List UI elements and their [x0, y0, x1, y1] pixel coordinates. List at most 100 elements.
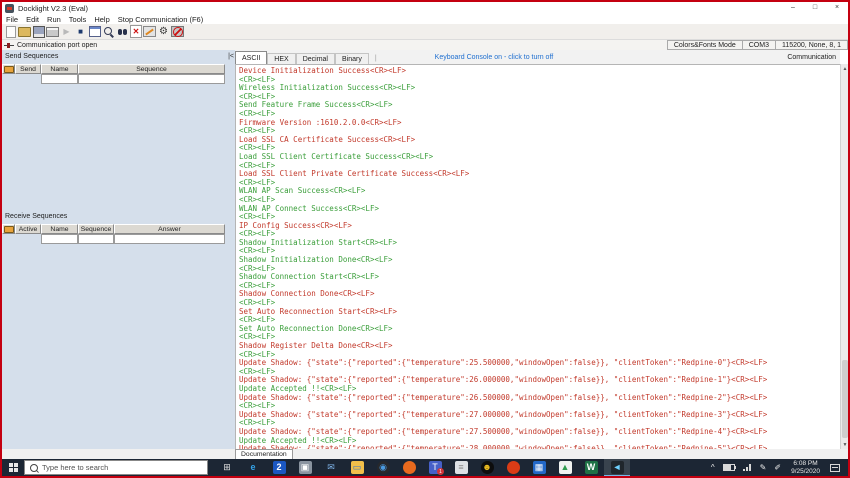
- scroll-down-icon[interactable]: ▼: [841, 440, 849, 449]
- app-icon: [5, 3, 14, 13]
- stop-communication-icon[interactable]: ■: [74, 25, 87, 38]
- scroll-up-icon[interactable]: ▲: [841, 64, 849, 73]
- green-image-app-icon[interactable]: ▲: [552, 459, 578, 476]
- green-w-app-icon[interactable]: W: [578, 459, 604, 476]
- name-col-header: Name: [41, 64, 78, 74]
- tab-binary[interactable]: Binary: [335, 53, 369, 64]
- window-title: Docklight V2.3 (Eval): [18, 3, 89, 13]
- start-communication-icon[interactable]: ▶: [60, 25, 73, 38]
- taskbar-clock[interactable]: 6:08 PM 9/25/2020: [791, 460, 820, 475]
- new-project-icon[interactable]: [4, 25, 17, 38]
- zoom-icon[interactable]: [102, 25, 115, 38]
- microsoft-store-icon[interactable]: ▣: [292, 459, 318, 476]
- tab-ascii[interactable]: ASCII: [235, 51, 268, 64]
- menu-run[interactable]: Run: [43, 15, 65, 24]
- keyboard-console-icon[interactable]: [143, 26, 156, 37]
- folder-icon: [3, 225, 14, 233]
- project-settings-icon[interactable]: [88, 25, 101, 38]
- orange-browser-glyph: [402, 461, 416, 474]
- save-project-icon[interactable]: [32, 25, 45, 38]
- tab-decimal[interactable]: Decimal: [295, 53, 335, 64]
- docklight-active-glyph: ◄: [610, 460, 624, 474]
- notification-center-icon[interactable]: [830, 463, 840, 472]
- dark-globe-app-glyph: ◉: [376, 461, 390, 474]
- menu-help[interactable]: Help: [90, 15, 113, 24]
- green-image-app-glyph: ▲: [558, 461, 572, 474]
- colors-fonts-mode-box[interactable]: Colors&Fonts Mode: [666, 40, 742, 50]
- collapse-panel-button[interactable]: |<: [228, 53, 234, 60]
- terminal-line: Wireless Initialization Success<CR><LF>: [239, 83, 416, 93]
- port-settings-box[interactable]: 115200, None, 8, 1: [774, 40, 848, 50]
- menu-file[interactable]: File: [2, 15, 22, 24]
- start-button[interactable]: [2, 459, 24, 476]
- docklight-active-icon[interactable]: ◄: [604, 459, 630, 476]
- menu-tools[interactable]: Tools: [65, 15, 91, 24]
- menu-edit[interactable]: Edit: [22, 15, 43, 24]
- scrollbar-thumb[interactable]: [841, 360, 848, 438]
- windows-taskbar: Type here to search ⊞ e 2 ▣ ✉ ▭ ◉ T 1 ≡ ☻ ▦ ▲ W ◄ ^ ✎ …: [2, 459, 848, 476]
- terminal-line: Shadow Initialization Done<CR><LF>: [239, 255, 393, 265]
- stylus-icon[interactable]: ✐: [774, 463, 781, 472]
- file-explorer-glyph: ▭: [350, 461, 364, 474]
- open-project-icon[interactable]: [18, 25, 31, 38]
- taskbar-search-input[interactable]: Type here to search: [24, 460, 208, 475]
- blue-grid-app-glyph: ▦: [532, 461, 546, 474]
- close-button[interactable]: ×: [826, 2, 848, 14]
- clear-communication-icon[interactable]: ✕: [130, 25, 142, 38]
- panel-splitter[interactable]: |<: [226, 50, 235, 449]
- keyboard-console-link[interactable]: Keyboard Console on - click to turn off: [435, 52, 554, 64]
- terminal-line: Send Feature Frame Success<CR><LF>: [239, 100, 393, 110]
- green-w-app-glyph: W: [584, 461, 598, 474]
- orange-browser-icon[interactable]: [396, 459, 422, 476]
- receive-name-input[interactable]: [41, 234, 78, 244]
- edge-browser-icon[interactable]: e: [240, 459, 266, 476]
- com-port-box[interactable]: COM3: [741, 40, 775, 50]
- terminal-line: IP Config Success<CR><LF>: [239, 220, 352, 230]
- mail-icon[interactable]: ✉: [318, 459, 344, 476]
- dark-globe-app-icon[interactable]: ◉: [370, 459, 396, 476]
- tab-hex[interactable]: HEX: [267, 53, 296, 64]
- blue-grid-app-icon[interactable]: ▦: [526, 459, 552, 476]
- print-icon[interactable]: [46, 25, 59, 38]
- terminal-line: Shadow Initialization Start<CR><LF>: [239, 237, 398, 247]
- search-placeholder: Type here to search: [42, 463, 109, 472]
- title-bar: Docklight V2.3 (Eval) – □ ×: [2, 2, 848, 14]
- dark-assistant-icon[interactable]: ☻: [474, 459, 500, 476]
- terminal-line: Load SSL Client Private Certificate Succ…: [239, 169, 470, 179]
- tray-expand-icon[interactable]: ^: [711, 463, 715, 472]
- task-view-glyph: ⊞: [223, 462, 231, 472]
- receive-sequences-corner-cell: [2, 224, 15, 234]
- tab-separator: |: [374, 55, 377, 62]
- communication-terminal[interactable]: Device Initialization Success<CR><LF> <CR…: [235, 64, 840, 449]
- file-explorer-icon[interactable]: ▭: [344, 459, 370, 476]
- active-col-header: Active: [15, 224, 41, 234]
- battery-icon[interactable]: [722, 464, 736, 471]
- windows-logo-icon: [8, 463, 18, 472]
- menu-stop-communication[interactable]: Stop Communication (F6): [114, 15, 207, 24]
- sticky-notes-icon[interactable]: ≡: [448, 459, 474, 476]
- communication-window-label: Communication: [787, 54, 836, 61]
- send-sequences-corner-cell: [2, 64, 15, 74]
- task-view-icon[interactable]: ⊞: [214, 459, 240, 476]
- receive-sequence-input[interactable]: [78, 234, 114, 244]
- network-icon[interactable]: [742, 464, 752, 471]
- vertical-scrollbar[interactable]: ▲ ▼: [840, 64, 848, 449]
- receive-answer-input[interactable]: [114, 234, 225, 244]
- comm-channel-alias-icon[interactable]: [171, 26, 184, 37]
- find-binoculars-icon[interactable]: [116, 25, 129, 38]
- documentation-tab[interactable]: Documentation: [235, 449, 293, 459]
- chat-app-icon[interactable]: T1: [422, 459, 448, 476]
- sequence-col-header: Sequence: [78, 224, 114, 234]
- link2-app-icon[interactable]: 2: [266, 459, 292, 476]
- terminal-line: Shadow Connection Start<CR><LF>: [239, 272, 379, 282]
- terminal-line: Shadow Register Delta Done<CR><LF>: [239, 341, 393, 350]
- pen-icon[interactable]: ✎: [760, 463, 767, 472]
- terminal-line: Update Shadow: {"state":{"reported":{"te…: [239, 358, 768, 368]
- terminal-line: Load SSL CA Certificate Success<CR><LF>: [239, 134, 416, 144]
- send-name-input[interactable]: [41, 74, 78, 84]
- maximize-button[interactable]: □: [804, 2, 826, 14]
- send-sequence-input[interactable]: [78, 74, 225, 84]
- red-sphere-app-icon[interactable]: [500, 459, 526, 476]
- minimize-button[interactable]: –: [782, 2, 804, 14]
- options-gear-icon[interactable]: ⚙: [157, 25, 170, 38]
